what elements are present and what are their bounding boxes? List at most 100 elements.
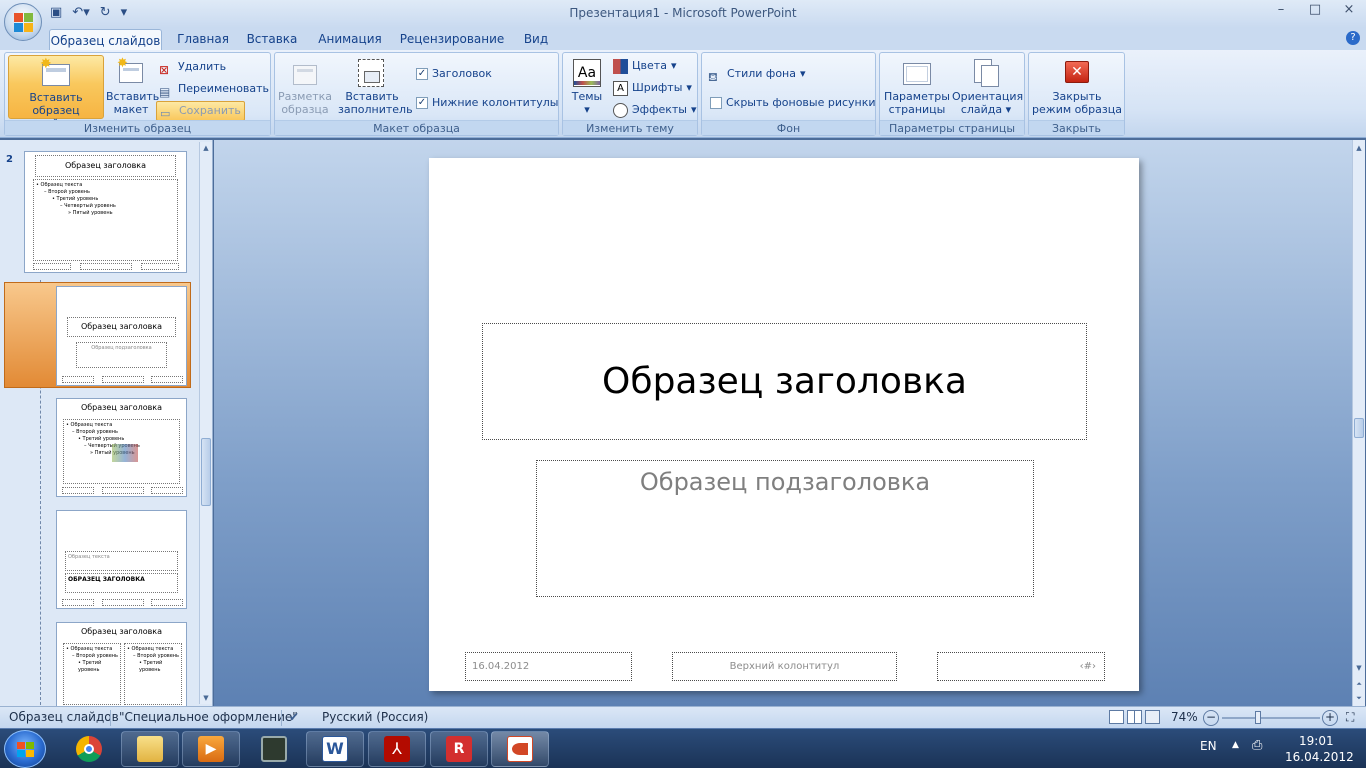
thumbnail-section-layout[interactable]: Образец текста ОБРАЗЕЦ ЗАГОЛОВКА <box>56 510 187 609</box>
hide-background-checkbox[interactable]: Скрыть фоновые рисунки <box>710 93 876 113</box>
media-player-icon: ▶ <box>198 736 224 762</box>
tab-slide-master[interactable]: Образец слайдов <box>49 29 162 51</box>
slide-scrollbar[interactable]: ▲ ▼ ⏶ ⏷ <box>1352 140 1365 706</box>
group-label: Закрыть <box>1029 120 1124 135</box>
slide-sorter-icon[interactable] <box>1127 710 1142 724</box>
scroll-down-icon[interactable]: ▼ <box>1353 662 1365 674</box>
input-language-indicator[interactable]: EN <box>1200 739 1217 753</box>
view-mode-label: Образец слайдов <box>9 710 119 724</box>
chrome-app[interactable] <box>60 731 118 767</box>
slide-number-placeholder[interactable]: ‹#› <box>937 652 1105 681</box>
background-styles-button[interactable]: ⛾ Стили фона ▾ <box>708 64 806 84</box>
maximize-button[interactable]: □ <box>1298 2 1332 22</box>
windows-logo-icon <box>17 742 35 758</box>
slideshow-view-icon[interactable] <box>1145 710 1160 724</box>
customize-qat-icon[interactable]: ▾ <box>121 5 128 20</box>
taskbar: ▶ W ⅄ R <box>0 728 1366 768</box>
scroll-up-icon[interactable]: ▲ <box>200 142 212 154</box>
save-icon[interactable]: ▣ <box>50 5 62 20</box>
previous-slide-icon[interactable]: ⏶ <box>1353 678 1365 690</box>
close-window-button[interactable]: × <box>1332 2 1366 22</box>
media-player-app[interactable]: ▶ <box>182 731 240 767</box>
status-bar: Образец слайдов "Специальное оформление"… <box>0 706 1366 728</box>
minimize-button[interactable]: – <box>1264 2 1298 22</box>
next-slide-icon[interactable]: ⏷ <box>1353 692 1365 704</box>
spell-check-icon[interactable]: ✔ <box>289 710 299 724</box>
themes-button[interactable]: Aa Темы ▾ <box>567 55 607 119</box>
master-layout-button[interactable]: Разметка образца <box>277 55 333 119</box>
thumbnails-scrollbar[interactable]: ▲ ▼ <box>199 142 212 704</box>
colors-button[interactable]: Цвета ▾ <box>613 56 676 76</box>
ribbon: ✸ Вставить образец слайдов ✸ Вставить ма… <box>0 50 1366 138</box>
tab-review[interactable]: Рецензирование <box>396 28 508 50</box>
scroll-up-icon[interactable]: ▲ <box>1353 142 1365 154</box>
scrollbar-thumb[interactable] <box>1354 418 1364 438</box>
acrobat-app[interactable]: ⅄ <box>368 731 426 767</box>
thumbnail-title-layout[interactable]: Образец заголовка Образец подзаголовка <box>56 286 187 386</box>
insert-layout-icon: ✸ <box>115 57 147 87</box>
preserve-button[interactable]: ▭ Сохранить <box>156 101 245 121</box>
group-background: ⛾ Стили фона ▾ Скрыть фоновые рисунки ↘ … <box>701 52 876 136</box>
slide-number-label: 2 <box>6 154 13 165</box>
effects-button[interactable]: Эффекты ▾ <box>613 100 697 120</box>
normal-view-icon[interactable] <box>1109 710 1124 724</box>
group-page-setup: Параметры страницы Ориентация слайда ▾ П… <box>879 52 1025 136</box>
slide-orientation-button[interactable]: Ориентация слайда ▾ <box>952 55 1023 119</box>
zoom-level[interactable]: 74% <box>1171 710 1198 724</box>
fit-slide-icon[interactable]: ⛶ <box>1346 710 1354 725</box>
flashrecord-app[interactable]: R <box>430 731 488 767</box>
group-label: Параметры страницы <box>880 120 1024 135</box>
start-button[interactable] <box>4 730 46 768</box>
subtitle-placeholder[interactable]: Образец подзаголовка <box>536 460 1034 597</box>
office-button[interactable] <box>4 3 42 41</box>
theme-name-label[interactable]: "Специальное оформление" <box>119 710 298 724</box>
insert-layout-button[interactable]: ✸ Вставить макет <box>106 55 159 119</box>
insert-slide-master-button[interactable]: ✸ Вставить образец слайдов <box>8 55 104 130</box>
help-icon[interactable]: ? <box>1346 31 1360 45</box>
zoom-in-icon[interactable]: + <box>1322 710 1338 726</box>
rename-button[interactable]: ▤ Переименовать <box>159 79 269 99</box>
footers-checkbox[interactable]: ✓ Нижние колонтитулы <box>416 93 558 113</box>
zoom-slider-knob[interactable] <box>1255 711 1262 724</box>
monitor-icon <box>261 736 287 762</box>
powerpoint-app[interactable] <box>491 731 549 767</box>
slide-thumbnails-pane: 2 Образец заголовка • Образец текста – В… <box>0 140 213 706</box>
tab-animation[interactable]: Анимация <box>312 28 388 50</box>
explorer-app[interactable] <box>121 731 179 767</box>
clock-time[interactable]: 19:01 <box>1299 734 1334 748</box>
monitor-app[interactable] <box>245 731 303 767</box>
rename-icon: ▤ <box>159 84 171 99</box>
page-setup-button[interactable]: Параметры страницы <box>883 55 951 119</box>
zoom-slider[interactable] <box>1222 711 1320 724</box>
language-label[interactable]: Русский (Россия) <box>322 710 428 724</box>
thumbnail-content-layout[interactable]: Образец заголовка • Образец текста – Вто… <box>56 398 187 497</box>
title-bar: Презентация1 - Microsoft PowerPoint – □ … <box>0 0 1366 28</box>
undo-icon[interactable]: ↶▾ <box>72 5 89 20</box>
delete-button[interactable]: ⊠ Удалить <box>159 57 226 77</box>
title-checkbox[interactable]: ✓ Заголовок <box>416 64 492 84</box>
fonts-button[interactable]: A Шрифты ▾ <box>613 78 692 98</box>
thumbnail-two-content-layout[interactable]: Образец заголовка • Образец текста – Вто… <box>56 622 187 706</box>
tab-view[interactable]: Вид <box>516 28 556 50</box>
office-logo-icon <box>14 13 34 33</box>
thumbnail-master[interactable]: Образец заголовка • Образец текста – Вто… <box>24 151 187 273</box>
show-hidden-icons-icon[interactable]: ▲ <box>1232 740 1239 750</box>
check-icon: ✓ <box>416 97 428 109</box>
word-icon: W <box>322 736 348 762</box>
title-placeholder[interactable]: Образец заголовка <box>482 323 1087 440</box>
tab-home[interactable]: Главная <box>170 28 236 50</box>
network-icon[interactable]: ⎙ <box>1252 738 1262 753</box>
system-tray: EN ▲ ⎙ 19:01 16.04.2012 <box>1190 728 1366 768</box>
group-label: Изменить тему <box>563 120 697 135</box>
zoom-out-icon[interactable]: − <box>1203 710 1219 726</box>
date-placeholder[interactable]: 16.04.2012 <box>465 652 632 681</box>
word-app[interactable]: W <box>306 731 364 767</box>
tab-insert[interactable]: Вставка <box>242 28 302 50</box>
scrollbar-thumb[interactable] <box>201 438 211 506</box>
footer-placeholder[interactable]: Верхний колонтитул <box>672 652 897 681</box>
close-master-view-button[interactable]: ✕ Закрыть режим образца <box>1032 55 1122 119</box>
redo-icon[interactable]: ↻ <box>100 5 111 20</box>
clock-date[interactable]: 16.04.2012 <box>1285 750 1354 764</box>
scroll-down-icon[interactable]: ▼ <box>200 692 212 704</box>
insert-placeholder-button[interactable]: Вставить заполнитель ▾ <box>338 55 413 129</box>
